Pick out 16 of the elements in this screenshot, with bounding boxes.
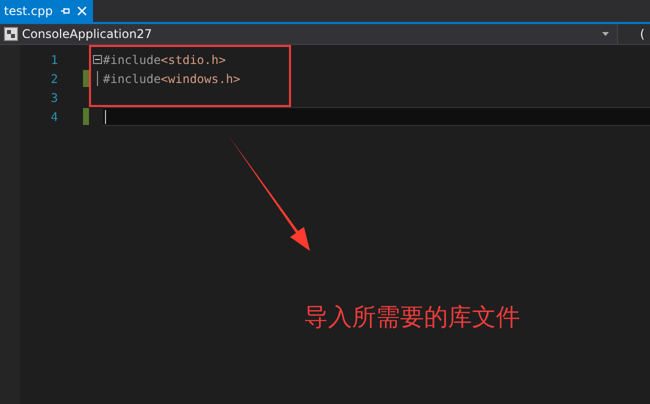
- scope-dropdown[interactable]: (: [640, 24, 645, 44]
- file-tab[interactable]: test.cpp: [0, 0, 93, 22]
- pin-icon[interactable]: [60, 6, 70, 16]
- code-line: #include<windows.h>: [103, 72, 240, 86]
- annotation-caption: 导入所需要的库文件: [304, 302, 520, 333]
- project-icon: [4, 27, 18, 41]
- line-number: 4: [50, 110, 58, 124]
- project-dropdown[interactable]: ConsoleApplication27: [0, 24, 618, 44]
- line-number: 1: [50, 52, 58, 66]
- caret-icon: [602, 32, 609, 36]
- line-number: 3: [50, 90, 58, 104]
- code-line: #include<stdio.h>: [103, 52, 226, 66]
- line-number: 2: [50, 72, 58, 86]
- tab-title: test.cpp: [4, 4, 53, 18]
- collapse-icon[interactable]: [92, 55, 102, 64]
- close-icon[interactable]: [76, 6, 87, 16]
